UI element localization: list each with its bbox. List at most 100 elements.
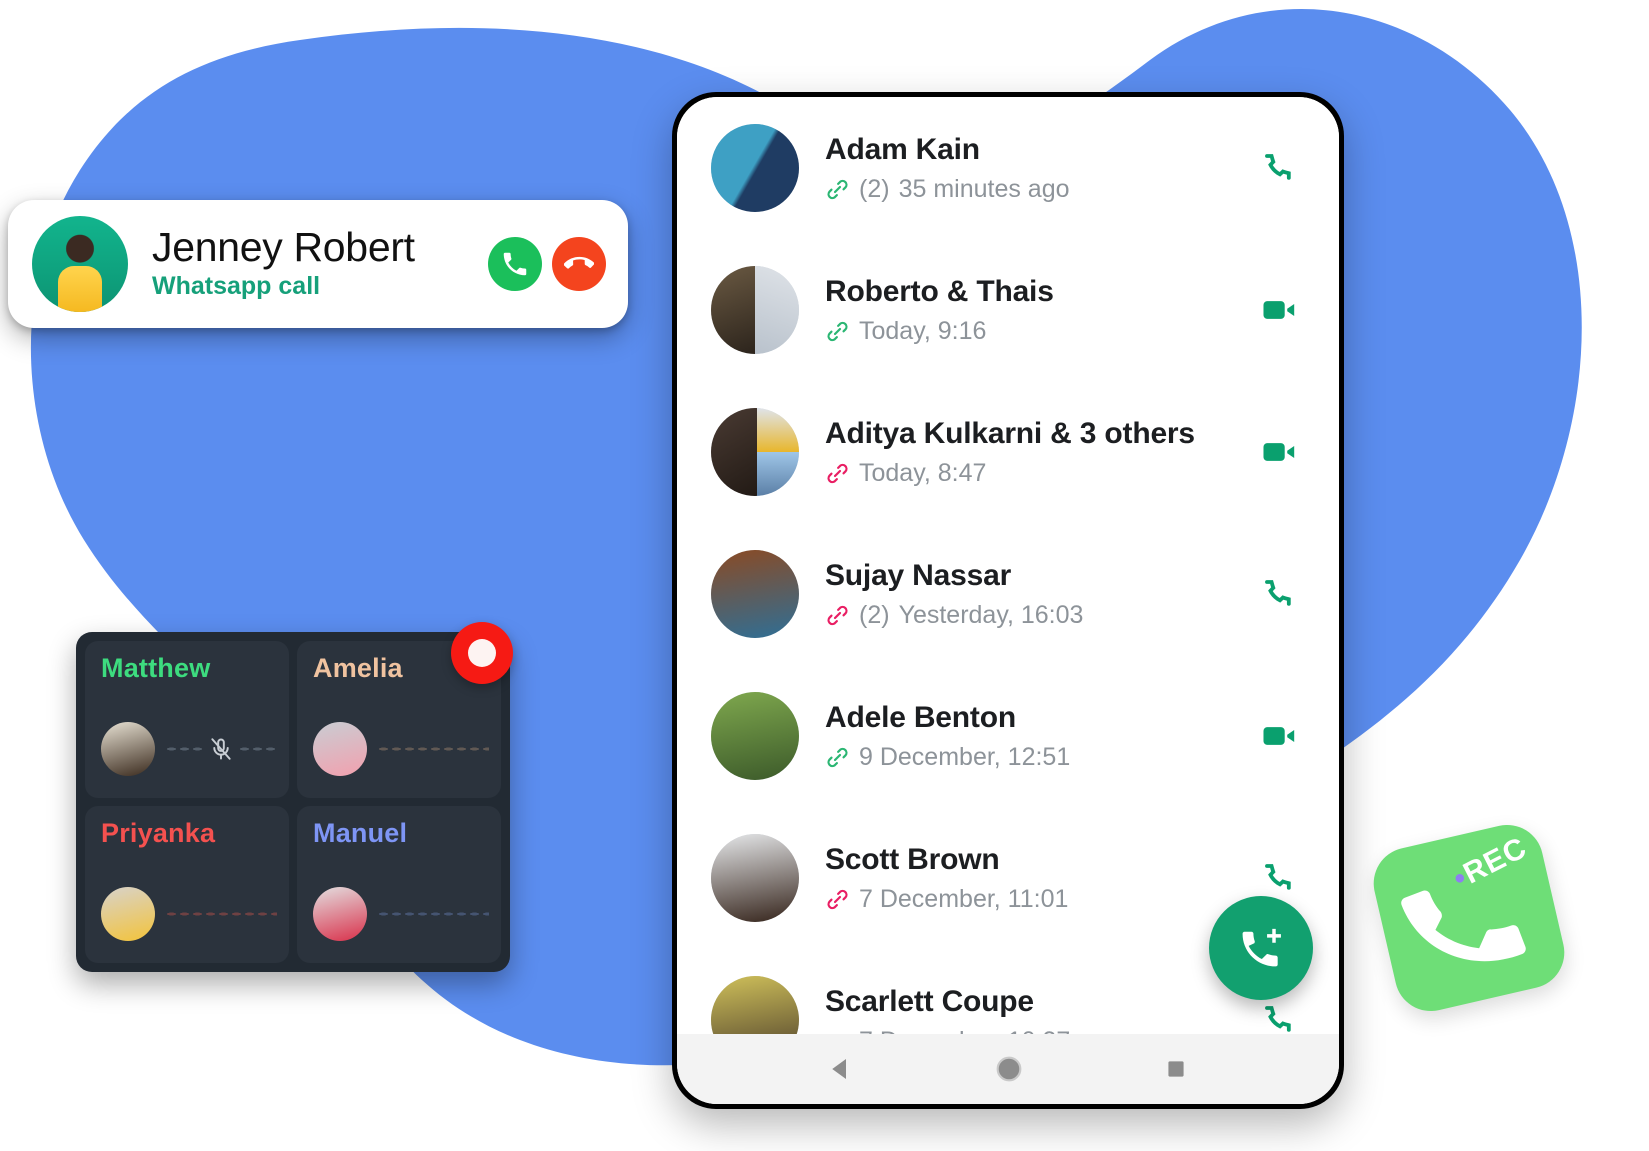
- participant-avatar: [101, 887, 155, 941]
- contact-avatar: [711, 692, 799, 780]
- link-icon: [827, 321, 848, 341]
- call-log-meta: Sujay Nassar (2) Yesterday, 16:03: [799, 558, 1257, 630]
- audio-waveform: [377, 907, 489, 921]
- call-log-meta: Aditya Kulkarni & 3 others Today, 8:47: [799, 416, 1257, 488]
- caller-name: Jenney Robert: [152, 223, 415, 270]
- nav-back-button[interactable]: [826, 1054, 856, 1084]
- call-log-subtitle: (2) 35 minutes ago: [825, 174, 1257, 204]
- video-call-icon: [1263, 727, 1295, 745]
- call-log-subtitle: 9 December, 12:51: [825, 742, 1257, 772]
- call-log-row[interactable]: Adele Benton 9 December, 12:51: [677, 665, 1339, 807]
- phone-call-icon: [1265, 154, 1291, 180]
- jenney-robert-avatar: [32, 216, 128, 312]
- call-log-meta: Scarlett Coupe 7 December, 10:27: [799, 984, 1257, 1034]
- call-time: 9 December, 12:51: [859, 743, 1071, 772]
- call-count: (2): [859, 175, 890, 204]
- call-time: Yesterday, 16:03: [898, 601, 1084, 630]
- audio-waveform: [165, 738, 277, 760]
- phone-call-icon: [1265, 580, 1291, 606]
- nav-home-button[interactable]: [993, 1053, 1025, 1085]
- call-log-row[interactable]: Roberto & Thais Today, 9:16: [677, 239, 1339, 381]
- call-time: 35 minutes ago: [898, 175, 1070, 204]
- recents-square-icon: [1168, 1061, 1184, 1077]
- call-time: 7 December, 10:27: [859, 1026, 1070, 1034]
- call-action-button[interactable]: [1257, 859, 1301, 897]
- call-log-meta: Adam Kain (2) 35 minutes ago: [799, 132, 1257, 204]
- call-action-button[interactable]: [1257, 149, 1301, 187]
- contact-name: Scott Brown: [825, 842, 1000, 876]
- phone-call-icon: [1265, 1006, 1291, 1032]
- new-call-fab[interactable]: [1209, 896, 1313, 1000]
- phone-call-icon: [1265, 864, 1291, 890]
- link-icon: [827, 889, 848, 909]
- mic-off-icon: [211, 738, 231, 760]
- call-action-button[interactable]: [1257, 433, 1301, 471]
- call-time: Today, 8:47: [859, 459, 987, 488]
- call-log-subtitle: Today, 9:16: [825, 316, 1257, 346]
- contact-avatar: [711, 976, 799, 1034]
- call-log-subtitle: (2) Yesterday, 16:03: [825, 600, 1257, 630]
- video-participant-tile[interactable]: Priyanka: [85, 806, 289, 963]
- back-triangle-icon: [831, 1059, 846, 1079]
- contact-avatar: [711, 266, 799, 354]
- home-circle-icon: [996, 1056, 1022, 1082]
- participant-avatar: [101, 722, 155, 776]
- call-log-meta: Scott Brown 7 December, 11:01: [799, 842, 1257, 914]
- call-action-button[interactable]: [1257, 717, 1301, 755]
- call-action-button[interactable]: [1257, 575, 1301, 613]
- call-action-button[interactable]: [1257, 291, 1301, 329]
- contact-avatar: [711, 408, 799, 496]
- participant-row: [101, 722, 277, 776]
- call-time: Today, 9:16: [859, 317, 987, 346]
- call-count: (2): [859, 601, 890, 630]
- contact-name: Adam Kain: [825, 132, 980, 166]
- phone-screen: Adam Kain (2) 35 minutes ago Roberto & Thai…: [677, 97, 1339, 1104]
- contact-name: Roberto & Thais: [825, 274, 1054, 308]
- participant-avatar: [313, 887, 367, 941]
- incoming-call-card[interactable]: Jenney Robert Whatsapp call: [8, 200, 628, 328]
- contact-name: Sujay Nassar: [825, 558, 1012, 592]
- video-call-icon: [1263, 301, 1295, 319]
- link-icon: [827, 747, 848, 767]
- link-icon: [827, 463, 848, 483]
- audio-waveform: [165, 907, 277, 921]
- participant-row: [313, 887, 489, 941]
- call-type-label: Whatsapp call: [152, 271, 321, 300]
- contact-avatar: [711, 124, 799, 212]
- incoming-call-actions: [488, 237, 606, 291]
- call-log-subtitle: 7 December, 11:01: [825, 884, 1257, 914]
- decline-call-button[interactable]: [552, 237, 606, 291]
- call-time: 7 December, 11:01: [859, 885, 1069, 914]
- call-log-meta: Roberto & Thais Today, 9:16: [799, 274, 1257, 346]
- call-log-row[interactable]: Adam Kain (2) 35 minutes ago: [677, 97, 1339, 239]
- participant-name: Manuel: [313, 818, 408, 848]
- phone-decline-icon: [564, 256, 594, 269]
- nav-recents-button[interactable]: [1162, 1055, 1190, 1083]
- call-log-meta: Adele Benton 9 December, 12:51: [799, 700, 1257, 772]
- contact-avatar: [711, 834, 799, 922]
- link-icon: [827, 605, 848, 625]
- link-icon: [827, 179, 848, 199]
- contact-name: Aditya Kulkarni & 3 others: [825, 416, 1195, 450]
- call-log-list[interactable]: Adam Kain (2) 35 minutes ago Roberto & Thai…: [677, 97, 1339, 1034]
- accept-call-button[interactable]: [488, 237, 542, 291]
- contact-name: Scarlett Coupe: [825, 984, 1034, 1018]
- participant-name: Matthew: [101, 653, 211, 683]
- android-navigation-bar: [677, 1034, 1339, 1104]
- record-dot-indicator[interactable]: [451, 622, 513, 684]
- incoming-call-text: Jenney Robert Whatsapp call: [128, 223, 488, 302]
- call-action-button[interactable]: [1257, 1001, 1301, 1034]
- video-participant-tile[interactable]: Matthew: [85, 641, 289, 798]
- participant-row: [101, 887, 277, 941]
- video-participant-tile[interactable]: Manuel: [297, 806, 501, 963]
- call-log-row[interactable]: Sujay Nassar (2) Yesterday, 16:03: [677, 523, 1339, 665]
- group-video-call-grid[interactable]: Matthew Amelia Priyanka Manuel: [76, 632, 510, 972]
- video-call-icon: [1263, 443, 1295, 461]
- phone-add-icon: [1242, 928, 1281, 967]
- participant-avatar: [313, 722, 367, 776]
- phone-mockup: Adam Kain (2) 35 minutes ago Roberto & Thai…: [672, 92, 1344, 1109]
- call-log-row[interactable]: Aditya Kulkarni & 3 others Today, 8:47: [677, 381, 1339, 523]
- participant-name: Priyanka: [101, 818, 216, 848]
- arrow-outgoing-icon: [825, 1029, 850, 1034]
- call-log-subtitle: 7 December, 10:27: [825, 1026, 1257, 1034]
